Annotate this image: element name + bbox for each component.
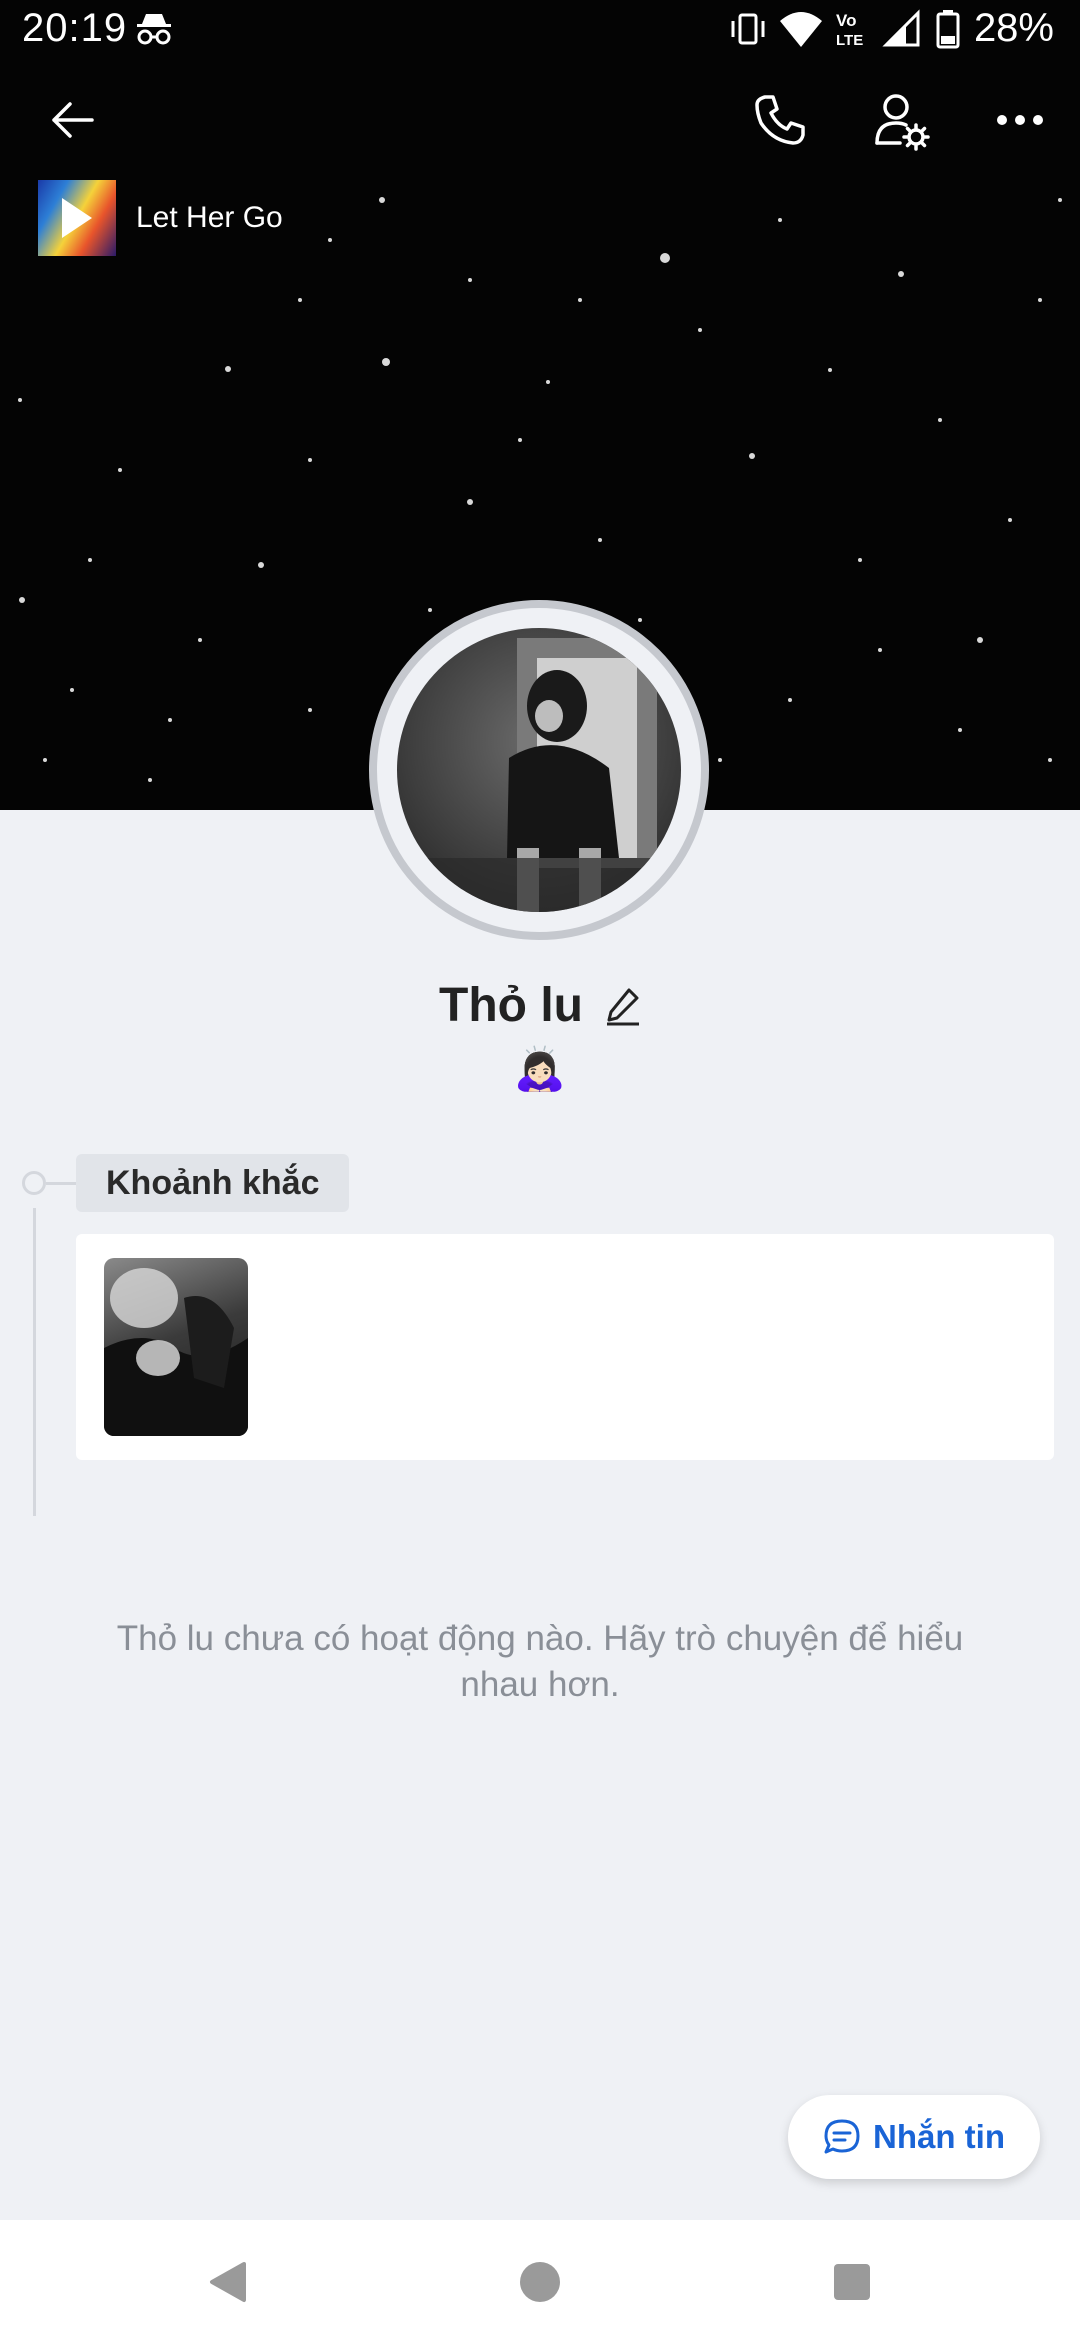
moments-label: Khoảnh khắc — [76, 1154, 350, 1212]
back-arrow-icon — [52, 102, 94, 138]
nav-recents-button[interactable] — [820, 2250, 884, 2314]
moments-card — [76, 1234, 1054, 1460]
user-settings-button[interactable] — [868, 88, 936, 156]
edit-name-button[interactable] — [605, 986, 641, 1026]
profile-status-emoji: 🙇🏻‍♀️ — [513, 1045, 567, 1092]
music-title: Let Her Go — [136, 201, 283, 234]
status-time: 20:19 — [22, 6, 128, 50]
profile-music[interactable]: Let Her Go — [38, 180, 283, 256]
svg-text:Vo: Vo — [836, 11, 856, 30]
nav-back-button[interactable] — [196, 2250, 260, 2314]
avatar[interactable] — [369, 600, 709, 940]
avatar-photo — [397, 628, 681, 912]
send-message-label: Nhắn tin — [873, 2118, 1005, 2155]
chat-bubble-icon — [824, 2119, 860, 2154]
moment-thumbnail[interactable] — [104, 1258, 248, 1436]
incognito-icon — [134, 10, 174, 56]
battery-percent: 28% — [973, 6, 1054, 50]
nav-back-icon — [210, 2262, 246, 2302]
nav-recents-icon — [834, 2264, 870, 2300]
battery-icon — [936, 9, 960, 49]
user-settings-icon — [875, 94, 930, 151]
svg-text:LTE: LTE — [836, 32, 863, 49]
signal-icon — [882, 8, 926, 49]
timeline-dot — [22, 1171, 46, 1195]
send-message-button[interactable]: Nhắn tin — [788, 2095, 1040, 2179]
more-button[interactable] — [988, 90, 1052, 150]
back-button[interactable] — [40, 88, 104, 152]
timeline-line — [33, 1208, 36, 1516]
system-nav-bar — [0, 2220, 1080, 2340]
more-icon — [997, 115, 1043, 125]
pencil-icon — [606, 988, 639, 1025]
volte-icon: Vo LTE — [834, 9, 872, 49]
profile-name-row: Thỏ lu — [0, 978, 1080, 1033]
call-button[interactable] — [748, 88, 812, 152]
vibrate-icon — [728, 9, 768, 49]
nav-home-icon — [520, 2262, 560, 2302]
status-bar: 20:19 Vo LTE 28% — [0, 0, 1080, 60]
play-icon — [62, 198, 92, 238]
wifi-icon — [778, 9, 824, 49]
profile-name: Thỏ lu — [439, 979, 583, 1032]
empty-activity-message: Thỏ lu chưa có hoạt động nào. Hãy trò ch… — [116, 1619, 964, 1704]
profile-screen: 20:19 Vo LTE — [0, 0, 1080, 2340]
music-album-art — [38, 180, 116, 256]
status-icons: Vo LTE 28% — [728, 6, 1054, 51]
nav-home-button[interactable] — [508, 2250, 572, 2314]
phone-icon — [755, 95, 805, 145]
timeline-connector — [46, 1182, 76, 1185]
